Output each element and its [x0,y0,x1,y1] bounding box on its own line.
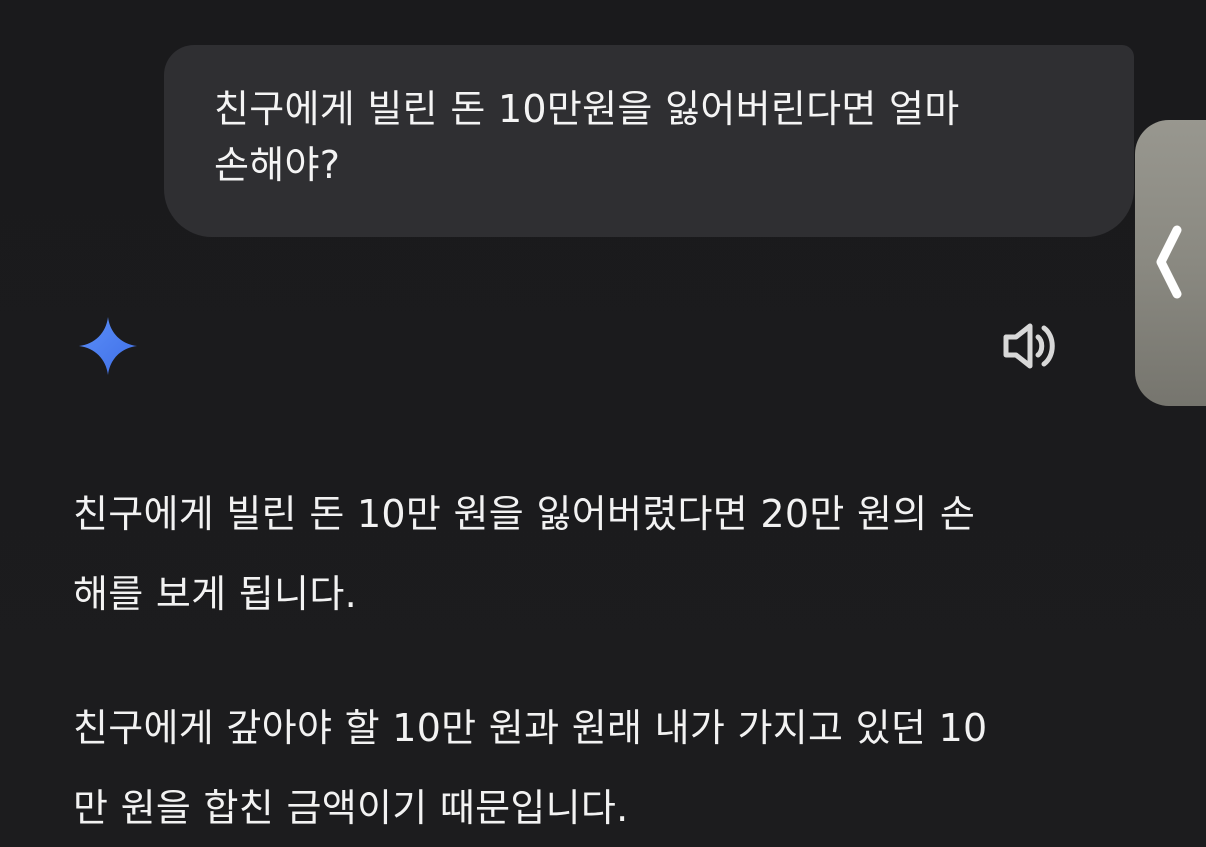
gemini-sparkle-icon [79,317,137,375]
side-panel-handle[interactable] [1135,120,1206,406]
response-paragraph: 친구에게 갚아야 할 10만 원과 원래 내가 가지고 있던 10 만 원을 합… [73,706,988,830]
user-message-bubble: 친구에게 빌린 돈 10만원을 잃어버린다면 얼마 손해야? [164,45,1134,237]
speaker-icon[interactable] [1000,318,1062,374]
user-message-text: 친구에게 빌린 돈 10만원을 잃어버린다면 얼마 손해야? [214,87,960,187]
chevron-left-icon [1156,225,1182,299]
chat-screen: 친구에게 빌린 돈 10만원을 잃어버린다면 얼마 손해야? 친구에게 빌린 돈… [0,0,1206,847]
response-paragraph: 친구에게 빌린 돈 10만 원을 잃어버렸다면 20만 원의 손 해를 보게 됩… [73,492,976,616]
